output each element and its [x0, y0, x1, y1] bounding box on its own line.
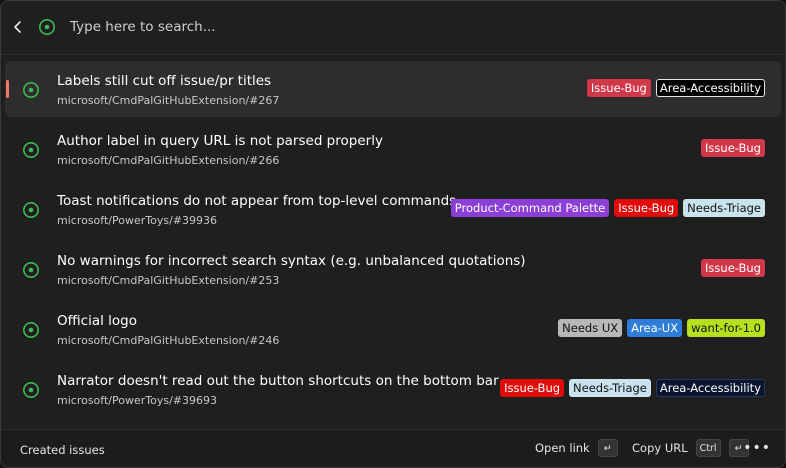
issue-open-icon — [23, 82, 39, 98]
issue-open-icon — [39, 19, 55, 35]
copy-url-button[interactable]: Copy URL Ctrl ↵ — [632, 439, 749, 457]
footer-title: Created issues — [20, 443, 105, 457]
label-badge: Product-Command Palette — [450, 199, 610, 217]
issue-row[interactable]: Toast notifications do not appear from t… — [5, 181, 781, 237]
label-badge: Issue-Bug — [701, 259, 765, 277]
issue-row[interactable]: Narrator doesn't read out the button sho… — [5, 361, 781, 417]
issue-repo: microsoft/CmdPalGitHubExtension/#246 — [57, 334, 280, 347]
back-button[interactable] — [9, 16, 27, 38]
issue-title: Toast notifications do not appear from t… — [57, 193, 457, 209]
ctrl-key-badge: Ctrl — [695, 439, 721, 457]
open-link-button[interactable]: Open link ↵ — [535, 439, 618, 457]
label-badge: want-for-1.0 — [687, 319, 765, 337]
issue-repo: microsoft/CmdPalGitHubExtension/#253 — [57, 274, 280, 287]
label-badge: Issue-Bug — [500, 379, 565, 397]
issue-open-icon — [23, 322, 39, 338]
issue-row[interactable]: Labels still cut off issue/pr titles micr… — [5, 61, 781, 117]
command-palette-window: Labels still cut off issue/pr titles micr… — [0, 0, 786, 468]
issue-open-icon — [23, 262, 39, 278]
issue-title: Author label in query URL is not parsed … — [57, 133, 383, 149]
label-badge: Area-UX — [627, 319, 683, 337]
issue-row[interactable]: No warnings for incorrect search syntax … — [5, 241, 781, 297]
issue-repo: microsoft/PowerToys/#39936 — [57, 214, 217, 227]
chevron-left-icon — [14, 21, 21, 33]
issue-open-icon — [23, 202, 39, 218]
issue-repo: microsoft/PowerToys/#39693 — [57, 394, 217, 407]
copy-url-label: Copy URL — [632, 441, 688, 455]
label-badge: Area-Accessibility — [655, 79, 765, 97]
label-badge: Issue-Bug — [701, 139, 765, 157]
search-input[interactable] — [70, 15, 750, 39]
label-badge: Issue-Bug — [614, 199, 679, 217]
issue-title: Narrator doesn't read out the button sho… — [57, 373, 499, 389]
issue-open-icon — [23, 142, 39, 158]
label-badge: Issue-Bug — [586, 79, 651, 97]
issue-labels: Issue-Bug — [701, 139, 765, 157]
issue-list: Labels still cut off issue/pr titles micr… — [1, 61, 785, 421]
more-options-button[interactable]: ••• — [743, 441, 771, 455]
issue-open-icon — [23, 382, 39, 398]
label-badge: Needs UX — [558, 319, 623, 337]
enter-key-badge: ↵ — [597, 439, 618, 457]
issue-repo: microsoft/CmdPalGitHubExtension/#266 — [57, 154, 280, 167]
search-bar — [1, 1, 785, 55]
label-badge: Area-Accessibility — [655, 379, 765, 397]
issue-labels: Needs UX Area-UX want-for-1.0 — [558, 319, 765, 337]
issue-labels: Issue-Bug — [701, 259, 765, 277]
issue-labels: Issue-Bug Needs-Triage Area-Accessibility — [500, 379, 765, 397]
issue-row[interactable]: Author label in query URL is not parsed … — [5, 121, 781, 177]
footer-bar: Created issues Open link ↵ Copy URL Ctrl… — [1, 429, 785, 467]
issue-labels: Issue-Bug Area-Accessibility — [586, 79, 765, 97]
issue-title: No warnings for incorrect search syntax … — [57, 253, 526, 269]
issue-labels: Product-Command Palette Issue-Bug Needs-Tr… — [450, 199, 765, 217]
issue-row[interactable]: Official logo microsoft/CmdPalGitHubExten… — [5, 301, 781, 357]
label-badge: Needs-Triage — [569, 379, 651, 397]
open-link-label: Open link — [535, 441, 590, 455]
issue-title: Official logo — [57, 313, 138, 329]
label-badge: Needs-Triage — [683, 199, 765, 217]
issue-repo: microsoft/CmdPalGitHubExtension/#267 — [57, 94, 280, 107]
issue-title: Labels still cut off issue/pr titles — [57, 73, 272, 89]
selection-indicator — [6, 80, 9, 98]
